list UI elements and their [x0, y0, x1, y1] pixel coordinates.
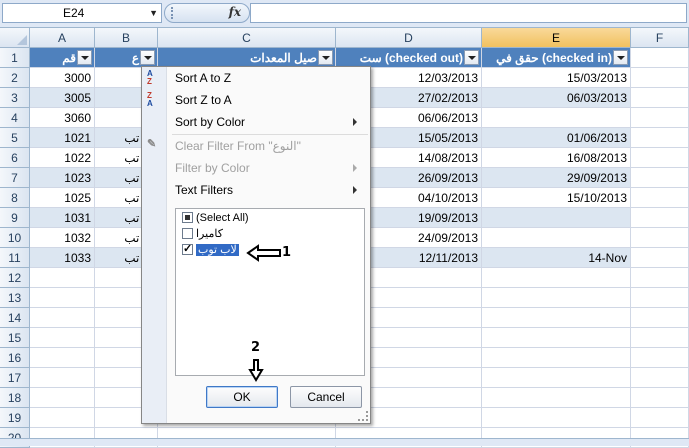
- annotation-layer: [246, 244, 281, 382]
- arrow-left-icon: [246, 244, 281, 262]
- annotation-number-1: 1: [282, 245, 292, 260]
- annotation-number-2: 2: [251, 340, 261, 355]
- arrow-down-icon: [248, 359, 264, 382]
